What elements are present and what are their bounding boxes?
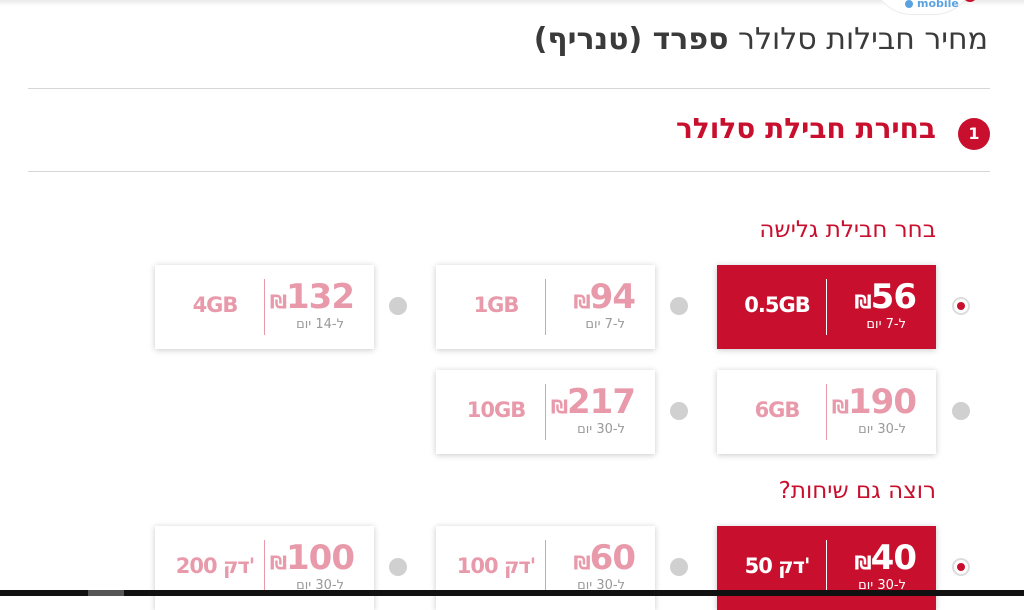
call-package-card-0[interactable]: ₪40 ל-30 יום 50 דק' <box>717 526 936 610</box>
radio-data-package-2[interactable] <box>389 297 407 315</box>
logo-dot-icon <box>905 0 913 8</box>
package-duration: ל-7 יום <box>866 317 906 332</box>
card-divider <box>826 384 827 440</box>
data-package-card-2[interactable]: ₪132 ל-14 יום 4GB <box>155 265 374 349</box>
data-package-card-1[interactable]: ₪94 ל-7 יום 1GB <box>436 265 655 349</box>
currency-symbol: ₪ <box>269 291 287 313</box>
radio-data-package-1[interactable] <box>670 297 688 315</box>
package-price: ₪56 <box>850 277 917 320</box>
package-amount: 0.5GB <box>744 293 810 317</box>
page-title-destination: ספרד (טנריף) <box>533 22 729 57</box>
price-value: 190 <box>848 382 917 422</box>
price-value: 56 <box>870 277 917 317</box>
price-value: 132 <box>286 277 355 317</box>
package-amount: 100 דק' <box>456 554 536 578</box>
data-package-card-3[interactable]: ₪190 ל-30 יום 6GB <box>717 370 936 454</box>
radio-call-package-1[interactable] <box>670 558 688 576</box>
price-value: 60 <box>589 538 636 578</box>
package-price: ₪190 <box>828 382 917 425</box>
data-package-card-0[interactable]: ₪56 ל-7 יום 0.5GB <box>717 265 936 349</box>
page-title: מחיר חבילות סלולר ספרד (טנריף) <box>534 22 988 57</box>
divider-top <box>28 88 990 89</box>
package-duration: ל-14 יום <box>296 317 344 332</box>
package-price: ₪94 <box>569 277 636 320</box>
card-divider <box>826 279 827 335</box>
step-number-badge: 1 <box>958 118 990 150</box>
card-divider <box>264 540 265 596</box>
currency-symbol: ₪ <box>854 552 871 574</box>
currency-symbol: ₪ <box>550 396 568 418</box>
radio-data-package-0[interactable] <box>952 297 970 315</box>
price-value: 40 <box>870 538 917 578</box>
radio-call-package-0[interactable] <box>952 558 970 576</box>
call-package-card-2[interactable]: ₪100 ל-30 יום 200 דק' <box>155 526 374 610</box>
package-duration: ל-30 יום <box>577 422 625 437</box>
price-value: 94 <box>589 277 636 317</box>
call-package-card-1[interactable]: ₪60 ל-30 יום 100 דק' <box>436 526 655 610</box>
package-duration: ל-30 יום <box>858 422 906 437</box>
step-title: בחירת חבילת סלולר <box>675 112 936 145</box>
card-divider <box>545 540 546 596</box>
card-divider <box>545 384 546 440</box>
package-amount: 200 דק' <box>175 554 255 578</box>
currency-symbol: ₪ <box>573 291 590 313</box>
data-packages-title: בחר חבילת גלישה <box>759 217 936 243</box>
header-shadow <box>0 0 1024 6</box>
price-value: 100 <box>286 538 355 578</box>
logo-text: mobile <box>917 0 959 10</box>
brand-logo[interactable]: mobile <box>872 0 977 15</box>
package-price: ₪132 <box>266 277 355 320</box>
package-amount: 6GB <box>754 398 801 422</box>
package-price: ₪100 <box>266 538 355 581</box>
card-divider <box>826 540 827 596</box>
radio-call-package-2[interactable] <box>389 558 407 576</box>
currency-symbol: ₪ <box>831 396 849 418</box>
currency-symbol: ₪ <box>269 552 287 574</box>
card-divider <box>545 279 546 335</box>
package-duration: ל-7 יום <box>585 317 625 332</box>
page-title-prefix: מחיר חבילות סלולר <box>738 22 988 57</box>
package-price: ₪217 <box>547 382 636 425</box>
radio-data-package-4[interactable] <box>670 402 688 420</box>
card-divider <box>264 279 265 335</box>
call-packages-title: רוצה גם שיחות? <box>778 478 936 504</box>
price-value: 217 <box>567 382 636 422</box>
package-amount: 50 דק' <box>744 554 811 578</box>
currency-symbol: ₪ <box>573 552 590 574</box>
package-price: ₪40 <box>850 538 917 581</box>
currency-symbol: ₪ <box>854 291 871 313</box>
bottom-bar <box>0 590 1024 596</box>
package-amount: 4GB <box>192 293 239 317</box>
divider-step <box>28 171 990 172</box>
package-price: ₪60 <box>569 538 636 581</box>
data-package-card-4[interactable]: ₪217 ל-30 יום 10GB <box>436 370 655 454</box>
radio-data-package-3[interactable] <box>952 402 970 420</box>
bottom-bar-segment <box>88 590 124 596</box>
package-amount: 10GB <box>466 398 526 422</box>
package-amount: 1GB <box>473 293 520 317</box>
